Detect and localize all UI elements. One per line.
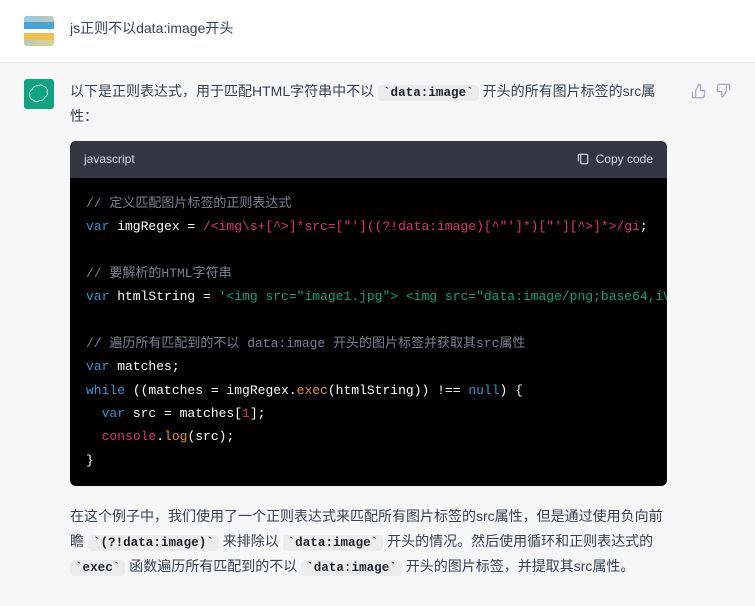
clipboard-icon [576, 152, 590, 166]
copy-label: Copy code [596, 149, 653, 170]
user-text: js正则不以data:image开头 [70, 16, 731, 46]
user-avatar [24, 16, 54, 46]
intro-paragraph: 以下是正则表达式，用于匹配HTML字符串中不以 `data:image` 开头的… [70, 79, 667, 129]
outro-text-4: 函数遍历所有匹配到的不以 [125, 558, 301, 574]
outro-text-5: 开头的图片标签，并提取其src属性。 [402, 558, 635, 574]
code-language-label: javascript [84, 149, 135, 170]
outro-text-3: 开头的情况。然后使用循环和正则表达式的 [383, 533, 653, 549]
feedback-actions [691, 79, 731, 591]
inline-code-exec: `exec` [70, 560, 125, 576]
intro-text-1: 以下是正则表达式，用于匹配HTML字符串中不以 [70, 83, 378, 99]
outro-text-2: 来排除以 [219, 533, 283, 549]
copy-code-button[interactable]: Copy code [576, 149, 653, 170]
code-header: javascript Copy code [70, 141, 667, 178]
assistant-avatar [24, 79, 54, 109]
inline-code-data-image-3: `data:image` [301, 560, 402, 576]
assistant-content: 以下是正则表达式，用于匹配HTML字符串中不以 `data:image` 开头的… [70, 79, 667, 591]
inline-code-data-image-2: `data:image` [283, 535, 384, 551]
inline-code-data-image: `data:image` [378, 85, 479, 101]
inline-code-lookahead: `(?!data:image)` [88, 535, 219, 551]
thumbs-down-icon[interactable] [715, 83, 731, 104]
thumbs-up-icon[interactable] [691, 83, 707, 104]
outro-paragraph: 在这个例子中，我们使用了一个正则表达式来匹配所有图片标签的src属性，但是通过使… [70, 504, 667, 579]
code-content[interactable]: // 定义匹配图片标签的正则表达式 var imgRegex = /<img\s… [70, 178, 667, 487]
code-block: javascript Copy code // 定义匹配图片标签的正则表达式 v… [70, 141, 667, 487]
assistant-message: 以下是正则表达式，用于匹配HTML字符串中不以 `data:image` 开头的… [0, 62, 755, 606]
user-message: js正则不以data:image开头 [0, 0, 755, 62]
